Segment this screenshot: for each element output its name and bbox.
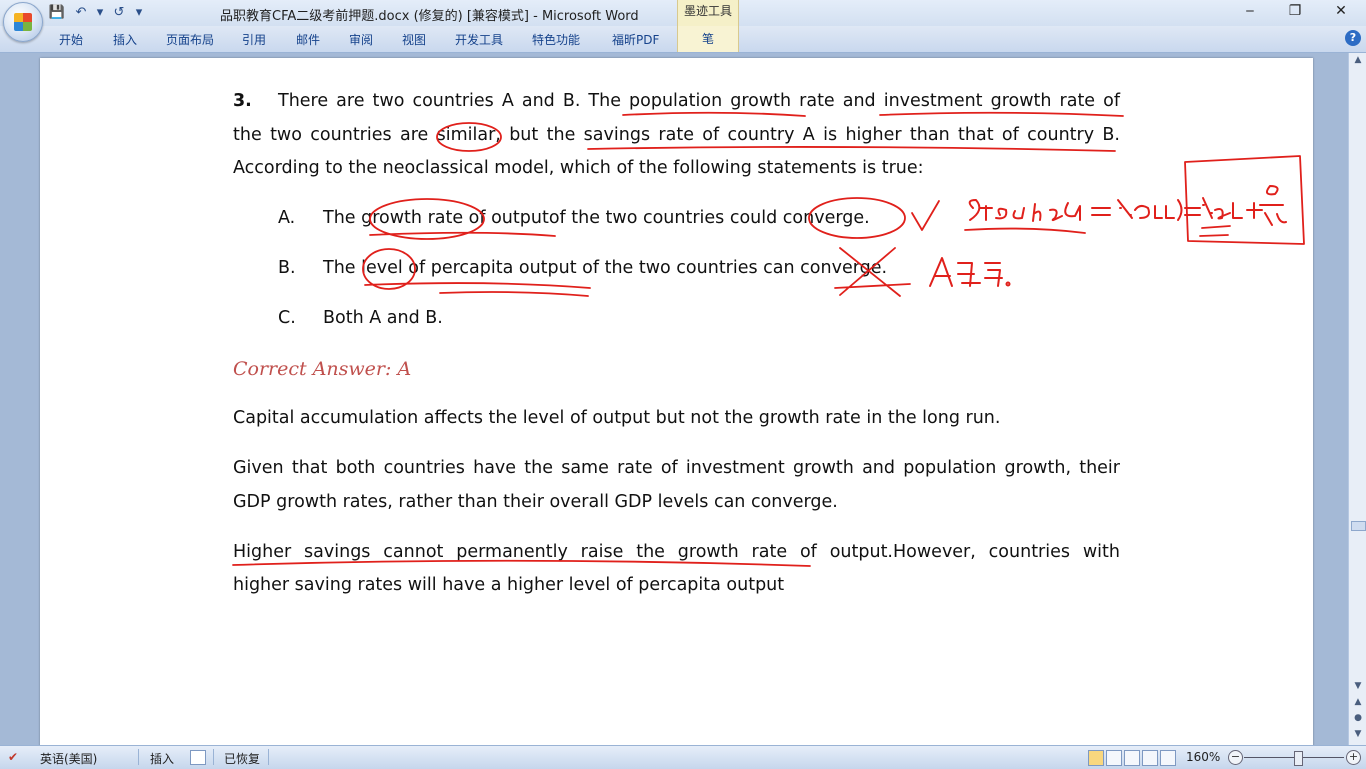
correct-answer-label: Correct Answer: A — [233, 358, 412, 380]
scroll-up-icon[interactable]: ▲ — [1350, 53, 1366, 67]
scrollbar-thumb[interactable] — [1351, 521, 1366, 531]
undo-icon[interactable]: ↶ — [72, 4, 90, 22]
draft-view-icon[interactable] — [1160, 750, 1176, 766]
status-bar: ✔ 英语(美国) 插入 已恢复 160% − + — [0, 745, 1366, 769]
document-page[interactable]: 3. There are two countries A and B. The … — [40, 58, 1313, 758]
explanation-paragraph-3-line-2: higher saving rates will have a higher l… — [233, 575, 785, 595]
ink-check-mark — [911, 200, 940, 231]
option-a-text: The growth rate of outputof the two coun… — [323, 208, 870, 228]
undo-dropdown-icon[interactable]: ▾ — [96, 4, 104, 22]
next-page-icon[interactable]: ▼ — [1350, 727, 1366, 741]
minimize-button[interactable]: ‒ — [1236, 3, 1264, 21]
option-c-text: Both A and B. — [323, 308, 443, 328]
title-bar: 💾 ↶ ▾ ↺ ▾ 品职教育CFA二级考前押题.docx (修复的) [兼容模式… — [0, 0, 1366, 26]
ink-steady-state-note — [968, 185, 1287, 226]
tab-pen[interactable]: 笔 — [677, 26, 739, 52]
customize-toolbar-icon[interactable]: ▾ — [134, 4, 144, 22]
tab-special-features[interactable]: 特色功能 — [532, 31, 580, 48]
option-c-letter: C. — [278, 308, 296, 328]
ink-underline-steady-state — [964, 227, 1086, 234]
quick-access-toolbar: 💾 ↶ ▾ ↺ ▾ — [48, 3, 144, 23]
help-icon[interactable]: ? — [1345, 30, 1361, 46]
explanation-paragraph-2-line-2: GDP growth rates, rather than their over… — [233, 492, 838, 512]
status-recovered: 已恢复 — [224, 752, 261, 766]
ink-underline-investment-growth — [879, 111, 1124, 117]
print-layout-view-icon[interactable] — [1088, 750, 1104, 766]
tab-home[interactable]: 开始 — [59, 31, 83, 48]
previous-page-icon[interactable]: ▲ — [1350, 695, 1366, 709]
option-a-letter: A. — [278, 208, 296, 228]
explanation-paragraph-3-line-1: Higher savings cannot permanently raise … — [233, 542, 1120, 562]
full-screen-reading-view-icon[interactable] — [1106, 750, 1122, 766]
tab-view[interactable]: 视图 — [402, 31, 426, 48]
close-button[interactable]: ✕ — [1327, 3, 1355, 21]
window-title: 品职教育CFA二级考前押题.docx (修复的) [兼容模式] - Micros… — [220, 9, 639, 24]
redo-icon[interactable]: ↺ — [110, 4, 128, 22]
status-language[interactable]: 英语(美国) — [40, 750, 97, 767]
web-layout-view-icon[interactable] — [1124, 750, 1140, 766]
explanation-paragraph-1: Capital accumulation affects the level o… — [233, 408, 1001, 428]
tab-foxit-pdf[interactable]: 福昕PDF — [612, 31, 659, 48]
restore-button[interactable]: ❐ — [1281, 3, 1309, 21]
zoom-slider-thumb[interactable] — [1294, 751, 1303, 766]
tab-mailings[interactable]: 邮件 — [296, 31, 320, 48]
tab-references[interactable]: 引用 — [242, 31, 266, 48]
question-line-3: According to the neoclassical model, whi… — [233, 158, 924, 178]
vertical-scrollbar[interactable]: ▲ ▼ ▲ ● ▼ — [1348, 53, 1366, 745]
zoom-in-button[interactable]: + — [1346, 750, 1361, 765]
office-logo-icon — [14, 13, 32, 31]
ribbon-tab-row: 开始 插入 页面布局 引用 邮件 审阅 视图 开发工具 特色功能 福昕PDF 笔… — [0, 26, 1366, 53]
status-insert-mode[interactable]: 插入 — [150, 750, 174, 767]
ink-box-fraction — [1184, 155, 1305, 245]
question-line-2: the two countries are similar, but the s… — [233, 125, 1120, 145]
status-divider — [213, 749, 214, 765]
tab-insert[interactable]: 插入 — [113, 31, 137, 48]
ink-underline-percapita-output — [364, 282, 591, 297]
status-divider — [138, 749, 139, 765]
ink-underline-output — [369, 231, 556, 237]
question-number: 3. — [233, 91, 252, 111]
tab-review[interactable]: 审阅 — [349, 31, 373, 48]
ink-underline-population-growth — [622, 111, 806, 117]
select-browse-object-icon[interactable]: ● — [1350, 711, 1366, 725]
question-line-1: There are two countries A and B. The pop… — [278, 91, 1120, 111]
macro-record-icon[interactable] — [190, 750, 206, 765]
document-workspace: 3. There are two countries A and B. The … — [0, 53, 1348, 758]
tab-developer[interactable]: 开发工具 — [455, 31, 503, 48]
zoom-out-button[interactable]: − — [1228, 750, 1243, 765]
save-icon[interactable]: 💾 — [48, 4, 66, 22]
status-divider — [268, 749, 269, 765]
explanation-paragraph-2-line-1: Given that both countries have the same … — [233, 458, 1120, 478]
ink-underline-savings-rate — [587, 146, 1116, 152]
ink-tools-context-label: 墨迹工具 — [677, 0, 739, 26]
office-button[interactable] — [3, 2, 43, 42]
ink-underline-fraction — [1199, 225, 1231, 237]
ink-a-correct-note — [929, 257, 1011, 287]
scroll-down-icon[interactable]: ▼ — [1350, 679, 1366, 693]
option-b-text: The level of percapita output of the two… — [323, 258, 888, 278]
tab-page-layout[interactable]: 页面布局 — [166, 31, 214, 48]
proofing-icon[interactable]: ✔ — [8, 750, 18, 764]
outline-view-icon[interactable] — [1142, 750, 1158, 766]
zoom-level[interactable]: 160% — [1186, 750, 1220, 764]
option-b-letter: B. — [278, 258, 296, 278]
